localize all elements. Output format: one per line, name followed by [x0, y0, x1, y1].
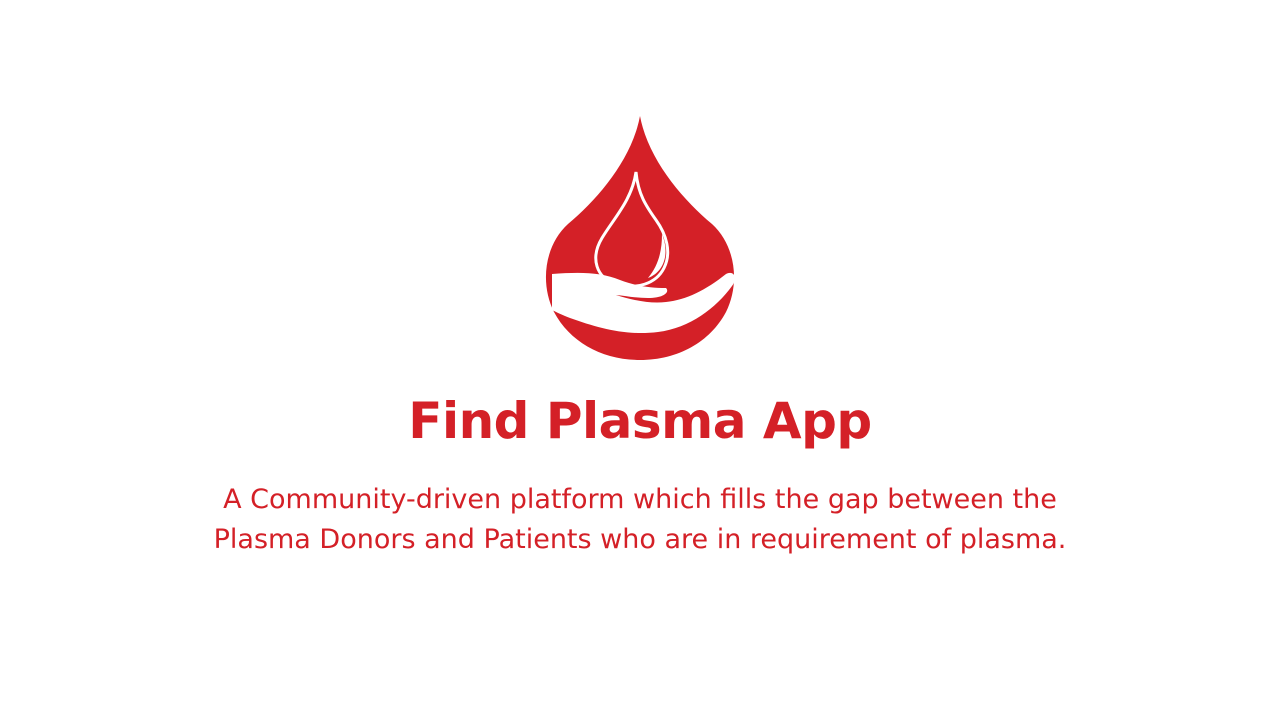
splash-screen: Find Plasma App A Community-driven platf…	[0, 0, 1280, 720]
tagline-line-1: A Community-driven platform which fills …	[223, 484, 1057, 515]
tagline-line-2: Plasma Donors and Patients who are in re…	[213, 524, 1067, 555]
app-title: Find Plasma App	[408, 392, 872, 450]
blood-drop-hand-icon	[545, 116, 735, 360]
app-tagline: A Community-driven platform which fills …	[0, 480, 1280, 560]
